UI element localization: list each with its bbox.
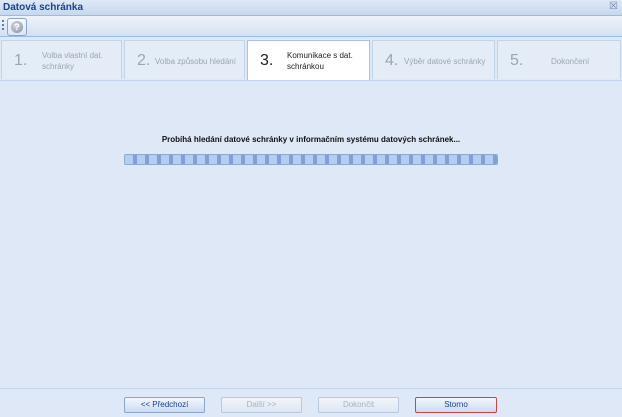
close-icon[interactable]: ☒ (609, 1, 618, 12)
step-label: Komunikace s dat. schránkou (287, 51, 353, 71)
step-label: Výběr datové schránky (404, 57, 486, 66)
step-4: 4. Výběr datové schránky (372, 40, 495, 79)
step-5: 5. Dokončení (497, 40, 621, 79)
previous-button[interactable]: << Předchozí (124, 397, 205, 413)
step-number: 5. (510, 52, 524, 69)
finish-button[interactable]: Dokončit (318, 397, 399, 413)
help-button[interactable]: ? (7, 18, 27, 36)
step-3: 3. Komunikace s dat. schránkou (247, 40, 370, 81)
step-number: 1. (14, 52, 28, 69)
step-number: 3. (260, 52, 274, 69)
window-title: Datová schránka (3, 2, 84, 13)
cancel-button[interactable]: Storno (415, 397, 497, 413)
progress-bar (124, 154, 498, 165)
progress-fill (125, 155, 497, 164)
title-bar: Datová schránka ☒ (0, 0, 622, 16)
status-message: Probíhá hledání datové schránky v inform… (161, 135, 461, 144)
step-number: 2. (137, 52, 151, 69)
step-2: 2. Volba způsobu hledání (124, 40, 245, 79)
wizard-steps: 1. Volba vlastní dat. schránky 2. Volba … (0, 40, 622, 81)
step-1: 1. Volba vlastní dat. schránky (1, 40, 122, 79)
wizard-footer: << Předchozí Další >> Dokončit Storno (0, 388, 622, 417)
toolbar-grip[interactable] (2, 20, 4, 32)
next-button[interactable]: Další >> (221, 397, 302, 413)
step-label: Volba vlastní dat. schránky (42, 51, 103, 71)
step-label: Volba způsobu hledání (155, 57, 236, 66)
main-panel: Probíhá hledání datové schránky v inform… (0, 80, 622, 389)
step-label: Dokončení (551, 57, 590, 66)
question-icon: ? (11, 21, 23, 33)
toolbar: ? (0, 16, 622, 37)
step-number: 4. (385, 52, 399, 69)
